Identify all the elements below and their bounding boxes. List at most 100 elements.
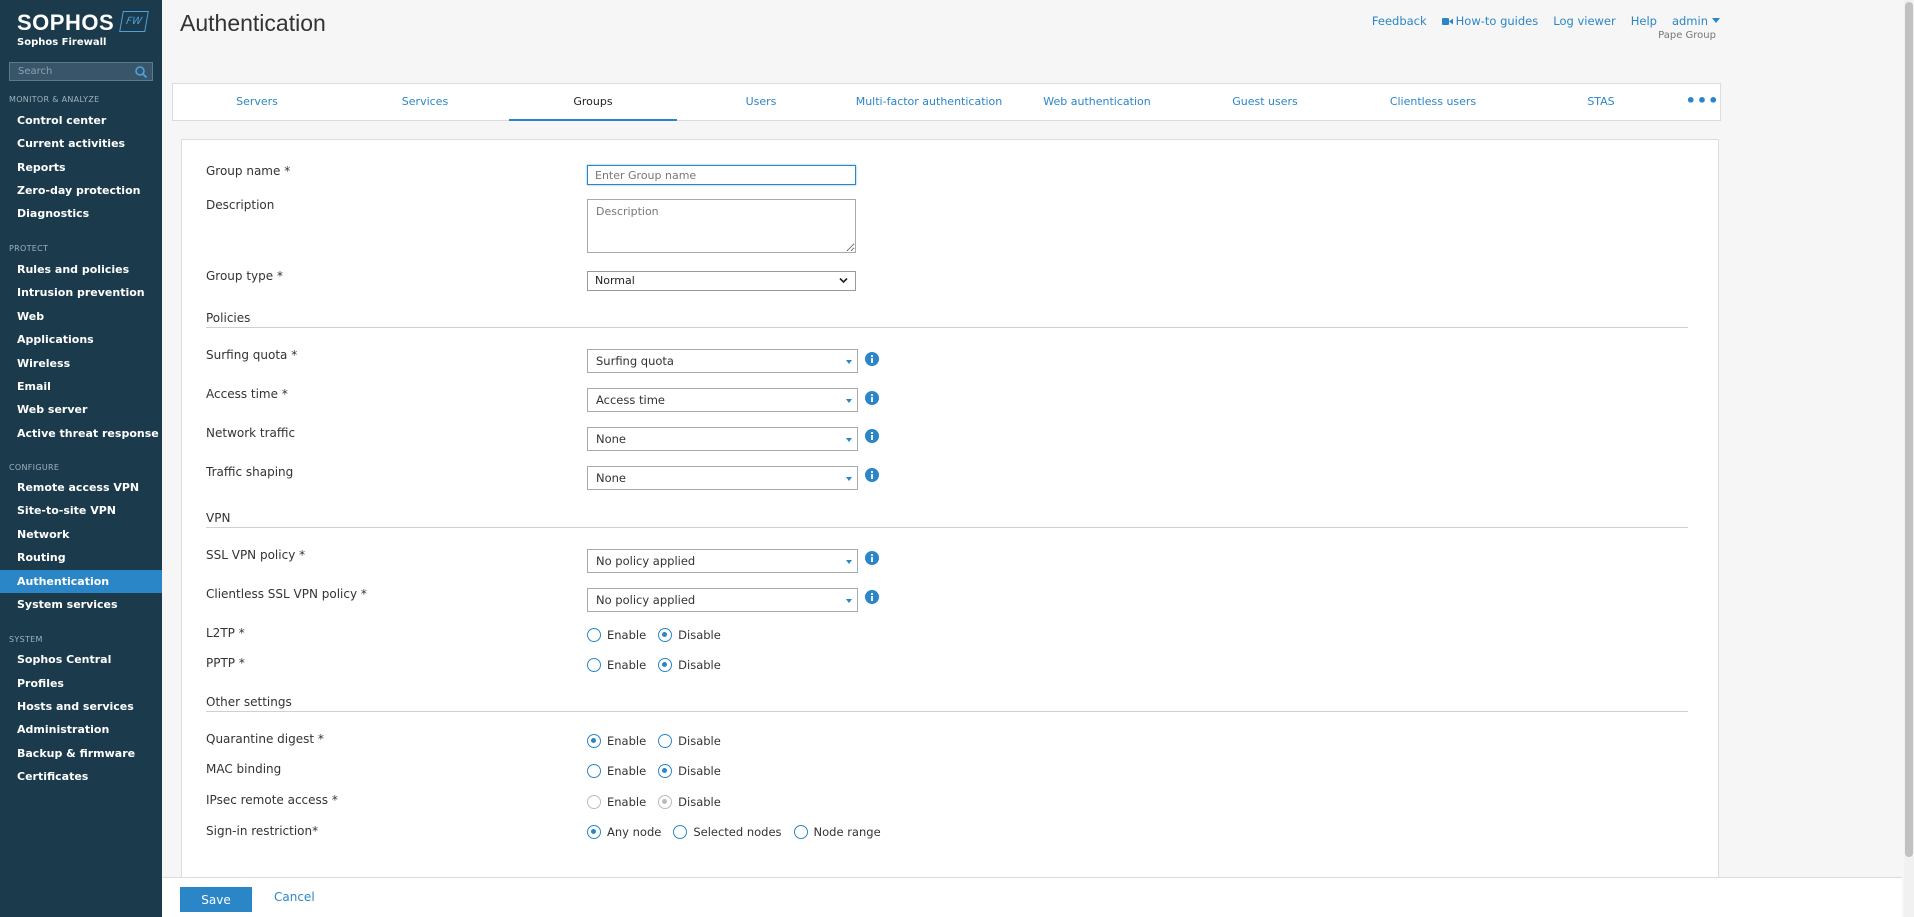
- tab-stas[interactable]: STAS: [1517, 84, 1685, 120]
- more-tabs-icon[interactable]: •••: [1685, 84, 1720, 120]
- cancel-button[interactable]: Cancel: [274, 890, 315, 904]
- nav-item-current-activities[interactable]: Current activities: [0, 132, 162, 155]
- nav-item-profiles[interactable]: Profiles: [0, 672, 162, 695]
- nav-item-network[interactable]: Network: [0, 523, 162, 546]
- group-name-input[interactable]: [587, 165, 856, 185]
- radio-label: Disable: [678, 795, 721, 809]
- clientless-ssl-vpn-dropdown[interactable]: No policy applied: [587, 588, 858, 612]
- tab-servers[interactable]: Servers: [173, 84, 341, 120]
- nav-item-remote-vpn[interactable]: Remote access VPN: [0, 476, 162, 499]
- how-to-link[interactable]: How-to guides: [1441, 14, 1538, 28]
- nav-item-backup[interactable]: Backup & firmware: [0, 742, 162, 765]
- search-box[interactable]: [9, 62, 153, 81]
- help-link[interactable]: Help: [1631, 14, 1657, 28]
- info-icon[interactable]: [865, 429, 879, 443]
- access-time-dropdown[interactable]: Access time: [587, 388, 858, 412]
- nav-item-web[interactable]: Web: [0, 305, 162, 328]
- log-viewer-link[interactable]: Log viewer: [1553, 14, 1615, 28]
- l2tp-disable-radio[interactable]: Disable: [658, 628, 721, 642]
- radio-label: Disable: [678, 764, 721, 778]
- radio-label: Any node: [607, 825, 662, 839]
- signin-selected-nodes-radio[interactable]: Selected nodes: [673, 825, 782, 839]
- tab-mfa[interactable]: Multi-factor authentication: [845, 84, 1013, 120]
- admin-menu[interactable]: admin: [1672, 14, 1720, 28]
- mac-disable-radio[interactable]: Disable: [658, 764, 721, 778]
- description-label: Description: [206, 198, 275, 212]
- info-icon[interactable]: [865, 551, 879, 565]
- quarantine-disable-radio[interactable]: Disable: [658, 734, 721, 748]
- ssl-vpn-value: No policy applied: [596, 554, 696, 568]
- nav-item-certificates[interactable]: Certificates: [0, 765, 162, 788]
- pptp-disable-radio[interactable]: Disable: [658, 658, 721, 672]
- search-icon[interactable]: [134, 65, 148, 79]
- pptp-radio-group: Enable Disable: [587, 658, 733, 672]
- mac-binding-label: MAC binding: [206, 762, 282, 776]
- nav-item-reports[interactable]: Reports: [0, 156, 162, 179]
- nav-item-administration[interactable]: Administration: [0, 718, 162, 741]
- dropdown-arrow-icon: [846, 599, 852, 603]
- nav-item-web-server[interactable]: Web server: [0, 398, 162, 421]
- brand-logo: SOPHOS: [17, 10, 115, 35]
- fw-badge: FW: [119, 11, 149, 32]
- dropdown-arrow-icon: [846, 477, 852, 481]
- nav-item-site-vpn[interactable]: Site-to-site VPN: [0, 499, 162, 522]
- mac-enable-radio[interactable]: Enable: [587, 764, 646, 778]
- description-field[interactable]: [587, 199, 856, 253]
- tab-guest-users[interactable]: Guest users: [1181, 84, 1349, 120]
- surfing-quota-dropdown[interactable]: Surfing quota: [587, 349, 858, 373]
- info-icon[interactable]: [865, 468, 879, 482]
- signin-node-range-radio[interactable]: Node range: [793, 825, 881, 839]
- radio-label: Disable: [678, 628, 721, 642]
- feedback-link[interactable]: Feedback: [1372, 14, 1427, 28]
- caret-down-icon: [1712, 18, 1720, 23]
- scrollbar-thumb[interactable]: [1905, 2, 1913, 857]
- nav-item-control-center[interactable]: Control center: [0, 109, 162, 132]
- nav-item-routing[interactable]: Routing: [0, 546, 162, 569]
- pptp-label: PPTP *: [206, 656, 245, 670]
- dropdown-arrow-icon: [846, 560, 852, 564]
- radio-label: Enable: [607, 658, 647, 672]
- nav-item-diagnostics[interactable]: Diagnostics: [0, 202, 162, 225]
- nav-item-email[interactable]: Email: [0, 375, 162, 398]
- signin-any-node-radio[interactable]: Any node: [587, 825, 661, 839]
- radio-circle: [587, 628, 601, 642]
- nav-item-zero-day[interactable]: Zero-day protection: [0, 179, 162, 202]
- group-type-select[interactable]: Normal: [587, 271, 856, 291]
- radio-label: Enable: [607, 764, 647, 778]
- radio-label: Disable: [678, 658, 721, 672]
- nav-item-active-threat[interactable]: Active threat response: [0, 422, 162, 445]
- tab-clientless-users[interactable]: Clientless users: [1349, 84, 1517, 120]
- tab-web-auth[interactable]: Web authentication: [1013, 84, 1181, 120]
- l2tp-enable-radio[interactable]: Enable: [587, 628, 646, 642]
- clientless-ssl-vpn-value: No policy applied: [596, 593, 696, 607]
- ipsec-disable-radio: Disable: [658, 795, 721, 809]
- search-input[interactable]: [10, 63, 130, 80]
- pptp-enable-radio[interactable]: Enable: [587, 658, 646, 672]
- quarantine-digest-label: Quarantine digest *: [206, 732, 324, 746]
- tab-groups[interactable]: Groups: [509, 84, 677, 121]
- traffic-shaping-dropdown[interactable]: None: [587, 466, 858, 490]
- signin-restriction-label: Sign-in restriction*: [206, 824, 319, 838]
- nav-item-system-services[interactable]: System services: [0, 593, 162, 616]
- info-icon[interactable]: [865, 590, 879, 604]
- brand: SOPHOS Sophos Firewall: [17, 10, 114, 48]
- nav-item-wireless[interactable]: Wireless: [0, 352, 162, 375]
- nav-item-hosts[interactable]: Hosts and services: [0, 695, 162, 718]
- tab-services[interactable]: Services: [341, 84, 509, 120]
- save-button[interactable]: Save: [180, 887, 252, 912]
- ssl-vpn-dropdown[interactable]: No policy applied: [587, 549, 858, 573]
- nav-item-intrusion[interactable]: Intrusion prevention: [0, 281, 162, 304]
- network-traffic-dropdown[interactable]: None: [587, 427, 858, 451]
- quarantine-enable-radio[interactable]: Enable: [587, 734, 646, 748]
- tab-users[interactable]: Users: [677, 84, 845, 120]
- access-time-value: Access time: [596, 393, 666, 407]
- surfing-quota-value: Surfing quota: [596, 354, 674, 368]
- nav-item-sophos-central[interactable]: Sophos Central: [0, 648, 162, 671]
- radio-circle: [658, 734, 673, 748]
- nav-item-authentication[interactable]: Authentication: [0, 570, 162, 593]
- info-icon[interactable]: [865, 391, 879, 405]
- page-scrollbar[interactable]: [1904, 0, 1914, 917]
- nav-item-rules[interactable]: Rules and policies: [0, 258, 162, 281]
- nav-item-applications[interactable]: Applications: [0, 328, 162, 351]
- info-icon[interactable]: [865, 352, 879, 366]
